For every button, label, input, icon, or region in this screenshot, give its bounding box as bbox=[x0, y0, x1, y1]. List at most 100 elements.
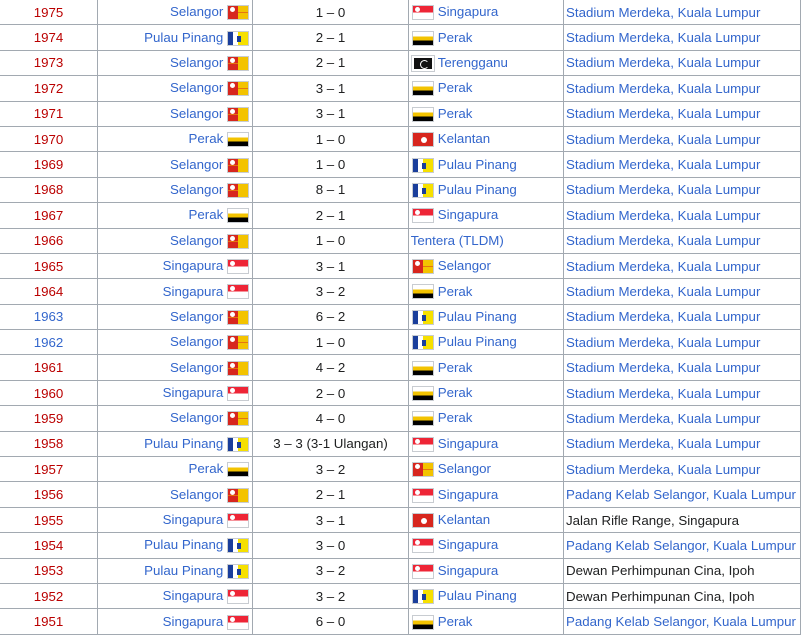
year-cell[interactable]: 1956 bbox=[0, 481, 98, 508]
venue-text[interactable]: Stadium Merdeka, Kuala Lumpur bbox=[566, 436, 760, 451]
year-link[interactable]: 1956 bbox=[34, 487, 64, 502]
runner-up-link[interactable]: Singapura bbox=[438, 537, 499, 552]
winner-link[interactable]: Selangor bbox=[170, 182, 223, 197]
year-cell[interactable]: 1957 bbox=[0, 456, 98, 483]
year-cell[interactable]: 1974 bbox=[0, 24, 98, 51]
venue-text[interactable]: Stadium Merdeka, Kuala Lumpur bbox=[566, 462, 760, 477]
winner-link[interactable]: Selangor bbox=[170, 55, 223, 70]
venue-text[interactable]: Stadium Merdeka, Kuala Lumpur bbox=[566, 5, 760, 20]
venue-text[interactable]: Stadium Merdeka, Kuala Lumpur bbox=[566, 182, 760, 197]
winner-link[interactable]: Perak bbox=[189, 461, 224, 476]
year-cell[interactable]: 1972 bbox=[0, 75, 98, 102]
runner-up-link[interactable]: Pulau Pinang bbox=[438, 309, 517, 324]
venue-text[interactable]: Padang Kelab Selangor, Kuala Lumpur bbox=[566, 487, 796, 502]
year-link[interactable]: 1969 bbox=[34, 157, 64, 172]
year-cell[interactable]: 1971 bbox=[0, 100, 98, 127]
runner-up-link[interactable]: Perak bbox=[438, 106, 473, 121]
venue-text[interactable]: Padang Kelab Selangor, Kuala Lumpur bbox=[566, 614, 796, 629]
year-cell[interactable]: 1975 bbox=[0, 0, 98, 26]
runner-up-link[interactable]: Selangor bbox=[438, 258, 491, 273]
year-link[interactable]: 1959 bbox=[34, 411, 64, 426]
venue-text[interactable]: Stadium Merdeka, Kuala Lumpur bbox=[566, 411, 760, 426]
winner-link[interactable]: Selangor bbox=[170, 334, 223, 349]
year-cell[interactable]: 1968 bbox=[0, 176, 98, 204]
year-link[interactable]: 1973 bbox=[34, 55, 64, 70]
year-cell[interactable]: 1973 bbox=[0, 49, 98, 77]
year-link[interactable]: 1953 bbox=[34, 563, 64, 578]
winner-link[interactable]: Singapura bbox=[163, 512, 224, 527]
winner-link[interactable]: Selangor bbox=[170, 487, 223, 502]
winner-link[interactable]: Selangor bbox=[170, 4, 223, 19]
winner-link[interactable]: Singapura bbox=[163, 385, 224, 400]
year-link[interactable]: 1972 bbox=[34, 81, 64, 96]
venue-text[interactable]: Stadium Merdeka, Kuala Lumpur bbox=[566, 81, 760, 96]
winner-link[interactable]: Selangor bbox=[170, 157, 223, 172]
venue-text[interactable]: Stadium Merdeka, Kuala Lumpur bbox=[566, 259, 760, 274]
year-cell[interactable]: 1952 bbox=[0, 582, 98, 610]
year-cell[interactable]: 1953 bbox=[0, 557, 98, 584]
venue-text[interactable]: Padang Kelab Selangor, Kuala Lumpur bbox=[566, 538, 796, 553]
year-cell[interactable]: 1951 bbox=[0, 608, 98, 635]
runner-up-link[interactable]: Tentera (TLDM) bbox=[411, 233, 504, 248]
year-link[interactable]: 1962 bbox=[34, 335, 64, 350]
venue-text[interactable]: Stadium Merdeka, Kuala Lumpur bbox=[566, 208, 760, 223]
year-cell[interactable]: 1962 bbox=[0, 329, 98, 356]
winner-link[interactable]: Selangor bbox=[170, 106, 223, 121]
runner-up-link[interactable]: Perak bbox=[438, 614, 473, 629]
year-link[interactable]: 1963 bbox=[34, 309, 64, 324]
year-cell[interactable]: 1955 bbox=[0, 506, 98, 534]
year-link[interactable]: 1957 bbox=[34, 462, 64, 477]
winner-link[interactable]: Selangor bbox=[170, 309, 223, 324]
runner-up-link[interactable]: Selangor bbox=[438, 461, 491, 476]
winner-link[interactable]: Perak bbox=[189, 207, 224, 222]
venue-text[interactable]: Stadium Merdeka, Kuala Lumpur bbox=[566, 386, 760, 401]
venue-text[interactable]: Stadium Merdeka, Kuala Lumpur bbox=[566, 157, 760, 172]
venue-text[interactable]: Stadium Merdeka, Kuala Lumpur bbox=[566, 106, 760, 121]
runner-up-link[interactable]: Pulau Pinang bbox=[438, 334, 517, 349]
year-link[interactable]: 1971 bbox=[34, 106, 64, 121]
runner-up-link[interactable]: Pulau Pinang bbox=[438, 157, 517, 172]
runner-up-link[interactable]: Singapura bbox=[438, 4, 499, 19]
runner-up-link[interactable]: Kelantan bbox=[438, 512, 491, 527]
winner-link[interactable]: Singapura bbox=[163, 588, 224, 603]
runner-up-link[interactable]: Singapura bbox=[438, 436, 499, 451]
year-cell[interactable]: 1954 bbox=[0, 532, 98, 559]
runner-up-link[interactable]: Perak bbox=[438, 410, 473, 425]
year-cell[interactable]: 1965 bbox=[0, 252, 98, 280]
year-link[interactable]: 1958 bbox=[34, 436, 64, 451]
year-cell[interactable]: 1969 bbox=[0, 151, 98, 178]
winner-link[interactable]: Selangor bbox=[170, 80, 223, 95]
venue-text[interactable]: Stadium Merdeka, Kuala Lumpur bbox=[566, 284, 760, 299]
year-link[interactable]: 1975 bbox=[34, 5, 64, 20]
venue-text[interactable]: Stadium Merdeka, Kuala Lumpur bbox=[566, 335, 760, 350]
year-cell[interactable]: 1961 bbox=[0, 354, 98, 381]
venue-text[interactable]: Stadium Merdeka, Kuala Lumpur bbox=[566, 233, 760, 248]
venue-text[interactable]: Stadium Merdeka, Kuala Lumpur bbox=[566, 360, 760, 375]
runner-up-link[interactable]: Singapura bbox=[438, 563, 499, 578]
winner-link[interactable]: Selangor bbox=[170, 233, 223, 248]
winner-link[interactable]: Selangor bbox=[170, 360, 223, 375]
venue-text[interactable]: Stadium Merdeka, Kuala Lumpur bbox=[566, 30, 760, 45]
year-link[interactable]: 1954 bbox=[34, 538, 64, 553]
runner-up-link[interactable]: Singapura bbox=[438, 487, 499, 502]
year-cell[interactable]: 1967 bbox=[0, 202, 98, 229]
year-cell[interactable]: 1960 bbox=[0, 379, 98, 407]
winner-link[interactable]: Singapura bbox=[163, 258, 224, 273]
runner-up-link[interactable]: Pulau Pinang bbox=[438, 588, 517, 603]
runner-up-link[interactable]: Perak bbox=[438, 80, 473, 95]
winner-link[interactable]: Singapura bbox=[163, 284, 224, 299]
year-cell[interactable]: 1966 bbox=[0, 227, 98, 254]
venue-text[interactable]: Stadium Merdeka, Kuala Lumpur bbox=[566, 55, 760, 70]
runner-up-link[interactable]: Perak bbox=[438, 284, 473, 299]
year-link[interactable]: 1968 bbox=[34, 182, 64, 197]
winner-link[interactable]: Selangor bbox=[170, 410, 223, 425]
runner-up-link[interactable]: Singapura bbox=[438, 207, 499, 222]
year-link[interactable]: 1966 bbox=[34, 233, 64, 248]
year-link[interactable]: 1960 bbox=[34, 386, 64, 401]
year-link[interactable]: 1970 bbox=[34, 132, 64, 147]
winner-link[interactable]: Pulau Pinang bbox=[144, 563, 223, 578]
winner-link[interactable]: Pulau Pinang bbox=[144, 436, 223, 451]
year-link[interactable]: 1974 bbox=[34, 30, 64, 45]
winner-link[interactable]: Perak bbox=[189, 131, 224, 146]
winner-link[interactable]: Pulau Pinang bbox=[144, 30, 223, 45]
